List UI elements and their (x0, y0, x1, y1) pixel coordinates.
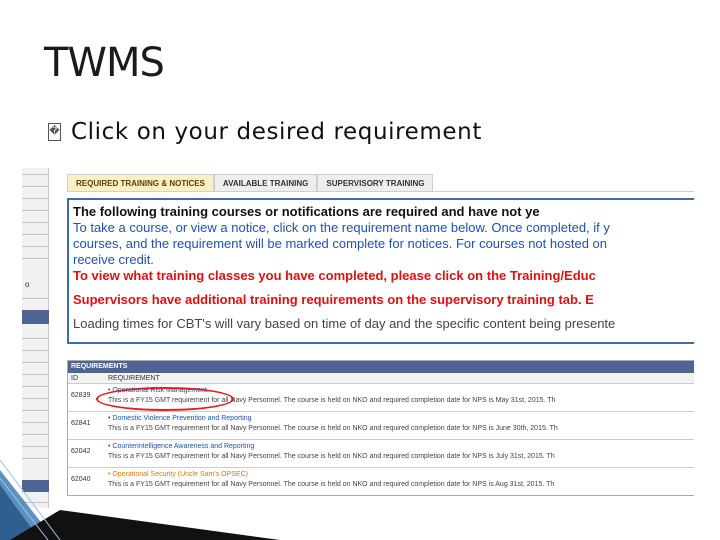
requirement-id: 62841 (71, 420, 91, 427)
highlight-ellipse (96, 387, 234, 411)
table-row: 62841 • Domestic Violence Prevention and… (68, 412, 694, 440)
notice-instructions-1: To take a course, or view a notice, clic… (73, 220, 610, 235)
notice-completed-link[interactable]: To view what training classes you have c… (73, 268, 694, 284)
column-header-requirement: REQUIREMENT (108, 375, 160, 382)
notice-panel: The following training courses or notifi… (67, 198, 694, 344)
column-headers: ID REQUIREMENT (68, 373, 694, 384)
tab-supervisory-training[interactable]: SUPERVISORY TRAINING (317, 174, 434, 192)
notice-instructions-2: courses, and the requirement will be mar… (73, 236, 607, 251)
notice-instructions-3: receive credit. (73, 252, 154, 267)
notice-heading: The following training courses or notifi… (73, 204, 540, 219)
bullet-text: Click on your desired requirement (71, 119, 482, 145)
requirement-description: This is a FY15 GMT requirement for all N… (108, 425, 558, 432)
notice-supervisor-note: Supervisors have additional training req… (73, 292, 594, 307)
requirement-id: 62839 (71, 392, 91, 399)
notice-loading-note: Loading times for CBT's will vary based … (73, 316, 616, 331)
bullet-item: � Click on your desired requirement (48, 119, 482, 145)
tab-available-training[interactable]: AVAILABLE TRAINING (213, 174, 318, 192)
requirements-header: REQUIREMENTS (68, 361, 694, 373)
tab-bar: REQUIRED TRAINING & NOTICES AVAILABLE TR… (67, 174, 434, 192)
nav-marker: o (25, 280, 30, 289)
bullet-icon: � (48, 123, 61, 141)
column-header-id: ID (71, 375, 78, 382)
requirement-link[interactable]: • Domestic Violence Prevention and Repor… (108, 415, 252, 422)
corner-decoration (0, 459, 280, 540)
nav-item-selected[interactable] (22, 310, 49, 324)
tab-required-training[interactable]: REQUIRED TRAINING & NOTICES (67, 174, 214, 192)
tab-divider (67, 191, 694, 192)
slide-title: TWMS (44, 40, 165, 86)
